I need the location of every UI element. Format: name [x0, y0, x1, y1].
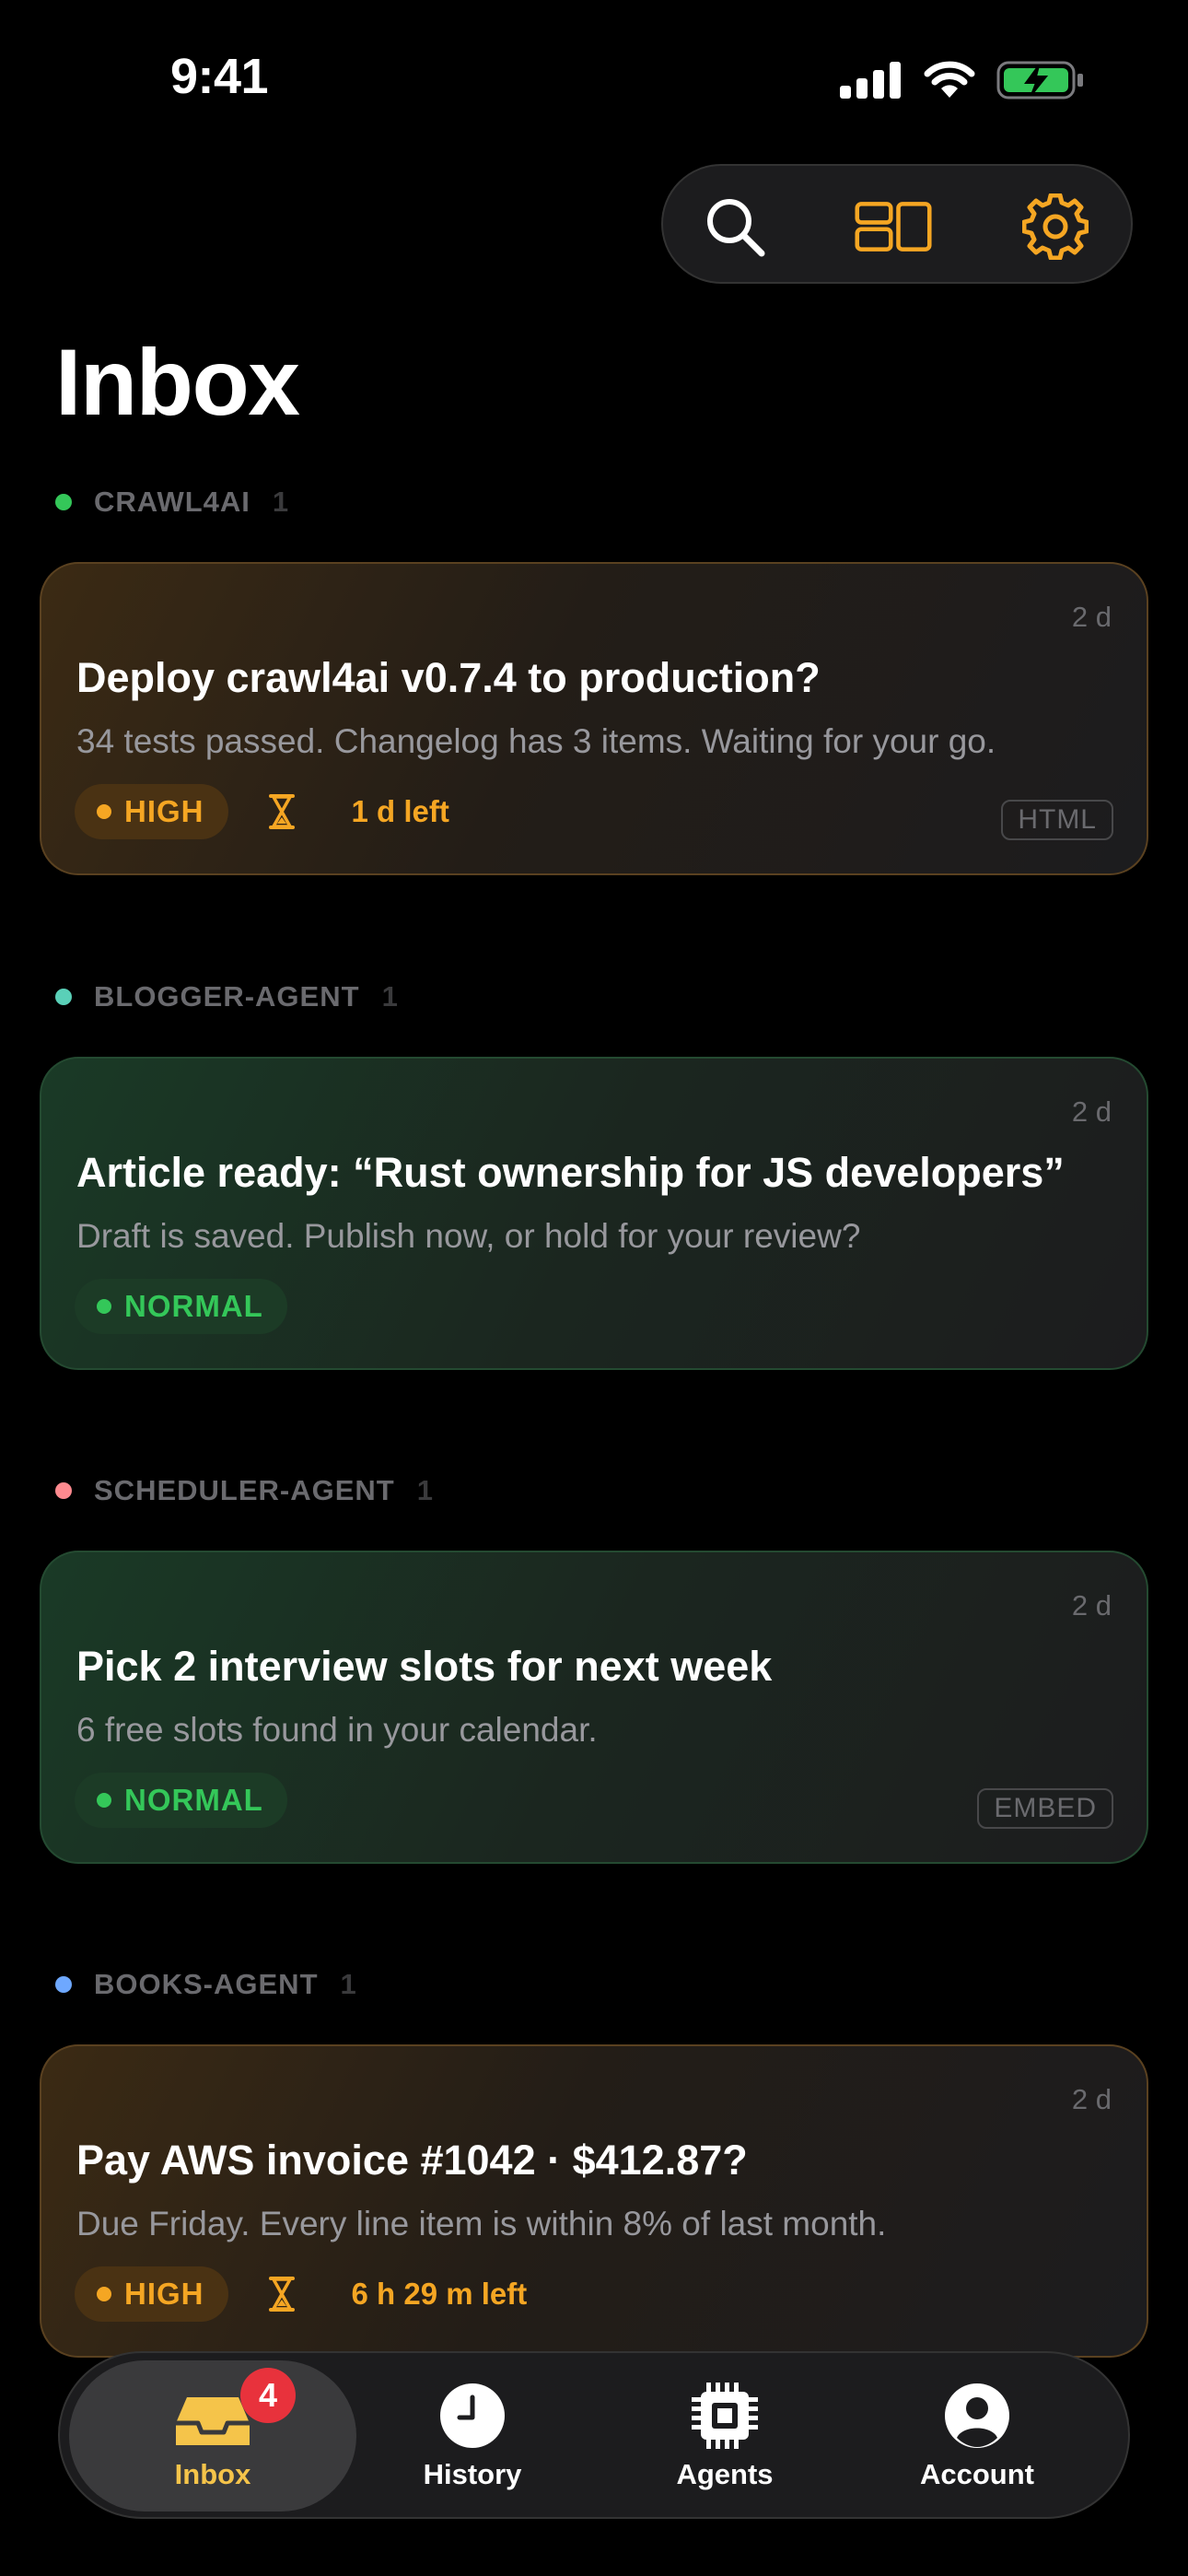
status-time: 9:41 [170, 49, 269, 104]
tab-inbox[interactable]: 4 Inbox [69, 2360, 356, 2512]
inbox-icon [176, 2397, 250, 2445]
inbox-badge: 4 [240, 2368, 296, 2423]
card-subtitle: Draft is saved. Publish now, or hold for… [76, 1217, 861, 1255]
card-title: Article ready: “Rust ownership for JS de… [76, 1149, 1065, 1196]
group-name: BOOKS-AGENT [94, 1968, 319, 2000]
priority-label: HIGH [124, 2277, 204, 2311]
card-title: Deploy crawl4ai v0.7.4 to production? [76, 654, 821, 701]
priority-label: NORMAL [124, 1783, 263, 1817]
group-name: BLOGGER-AGENT [94, 980, 360, 1013]
card-age: 2 d [1071, 2083, 1112, 2115]
group-count: 1 [272, 486, 289, 518]
hourglass-icon [268, 793, 295, 830]
priority-badge: NORMAL [75, 1773, 287, 1828]
inbox-card-interview[interactable]: 2 d Pick 2 interview slots for next week… [40, 1551, 1148, 1864]
card-age: 2 d [1071, 601, 1112, 633]
group-header-crawl4ai[interactable]: CRAWL4AI 1 [55, 484, 288, 521]
inbox-card-invoice[interactable]: 2 d Pay AWS invoice #1042 · $412.87? Due… [40, 2044, 1148, 2358]
deadline-label: 6 h 29 m left [351, 2277, 528, 2311]
card-title: Pick 2 interview slots for next week [76, 1643, 773, 1690]
search-icon [707, 199, 765, 257]
format-tag: EMBED [977, 1788, 1113, 1829]
group-header-blogger-agent[interactable]: BLOGGER-AGENT 1 [55, 978, 398, 1015]
card-age: 2 d [1071, 1589, 1112, 1622]
clock-icon [440, 2383, 505, 2448]
tab-label: History [423, 2458, 522, 2490]
priority-dot [97, 804, 111, 819]
card-subtitle: Due Friday. Every line item is within 8%… [76, 2205, 887, 2242]
wifi-icon [924, 61, 975, 98]
priority-badge: HIGH [75, 2266, 228, 2322]
card-meta: HIGH 6 h 29 m left [75, 2266, 527, 2323]
group-dot [55, 989, 72, 1005]
priority-dot [97, 1793, 111, 1808]
card-subtitle: 6 free slots found in your calendar. [76, 1711, 598, 1749]
priority-badge: NORMAL [75, 1279, 287, 1334]
group-count: 1 [340, 1968, 356, 2000]
search-button[interactable] [696, 188, 774, 265]
gear-icon [1022, 193, 1089, 260]
card-meta: NORMAL [75, 1278, 287, 1335]
card-title: Pay AWS invoice #1042 · $412.87? [76, 2137, 748, 2184]
card-age: 2 d [1071, 1095, 1112, 1128]
tab-label: Inbox [174, 2458, 251, 2490]
tab-account[interactable]: Account [833, 2360, 1121, 2512]
group-count: 1 [416, 1474, 433, 1506]
card-subtitle: 34 tests passed. Changelog has 3 items. … [76, 722, 996, 760]
format-tag: HTML [1001, 800, 1113, 840]
priority-label: NORMAL [124, 1289, 263, 1323]
toolbar [661, 164, 1133, 284]
group-header-books-agent[interactable]: BOOKS-AGENT 1 [55, 1966, 356, 2003]
group-count: 1 [381, 980, 398, 1013]
card-meta: NORMAL [75, 1772, 287, 1829]
card-meta: HIGH 1 d left [75, 783, 449, 840]
person-icon [945, 2383, 1009, 2448]
chip-icon [692, 2383, 758, 2449]
priority-dot [97, 2287, 111, 2301]
cellular-signal-icon [840, 62, 901, 99]
page-title: Inbox [55, 330, 300, 435]
tab-label: Agents [676, 2458, 774, 2490]
group-dot [55, 494, 72, 510]
tab-history[interactable]: History [329, 2360, 616, 2512]
tab-label: Account [920, 2458, 1034, 2490]
group-name: CRAWL4AI [94, 486, 250, 518]
inbox-card-deploy[interactable]: 2 d Deploy crawl4ai v0.7.4 to production… [40, 562, 1148, 875]
group-dot [55, 1976, 72, 1993]
hourglass-icon [268, 2276, 295, 2313]
status-icons [840, 57, 1085, 103]
tab-agents[interactable]: Agents [581, 2360, 868, 2512]
group-name: SCHEDULER-AGENT [94, 1474, 395, 1506]
layout-button[interactable] [855, 188, 932, 265]
priority-badge: HIGH [75, 784, 228, 839]
inbox-card-article[interactable]: 2 d Article ready: “Rust ownership for J… [40, 1057, 1148, 1370]
battery-charging-icon [996, 61, 1083, 100]
group-dot [55, 1482, 72, 1499]
group-header-scheduler-agent[interactable]: SCHEDULER-AGENT 1 [55, 1472, 433, 1509]
priority-label: HIGH [124, 794, 204, 828]
tab-bar: 4 Inbox History Agents Account [58, 2351, 1130, 2519]
settings-button[interactable] [1017, 188, 1094, 265]
layout-icon [855, 202, 932, 252]
deadline-label: 1 d left [351, 794, 449, 828]
priority-dot [97, 1299, 111, 1314]
